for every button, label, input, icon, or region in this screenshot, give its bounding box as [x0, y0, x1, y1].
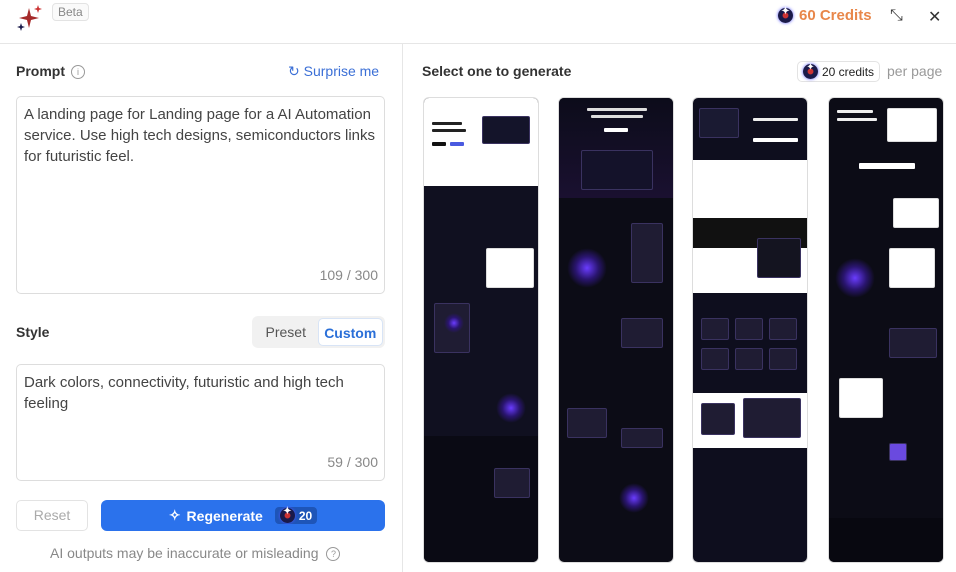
prompt-input[interactable]: A landing page for Landing page for a AI…: [16, 96, 385, 294]
disclaimer-text: AI outputs may be inaccurate or misleadi…: [50, 545, 319, 561]
style-label: Style: [16, 324, 50, 340]
credits-label: 60 Credits: [799, 7, 872, 24]
credit-coin-icon: [778, 6, 793, 23]
template-option-3[interactable]: [692, 97, 808, 563]
sparkle-icon: ✧: [168, 507, 181, 523]
credit-coin-icon: [279, 506, 295, 523]
close-icon[interactable]: ✕: [928, 7, 941, 27]
style-text: Dark colors, connectivity, futuristic an…: [24, 374, 344, 412]
tab-preset[interactable]: Preset: [254, 318, 318, 346]
prompt-char-count: 109 / 300: [319, 267, 378, 283]
disclaimer: AI outputs may be inaccurate or misleadi…: [50, 545, 341, 562]
sparkle-logo-icon: [17, 5, 42, 31]
prompt-label: Prompt i: [16, 63, 85, 80]
per-page-label: per page: [887, 63, 943, 79]
style-mode-toggle: Preset Custom: [252, 316, 385, 348]
refresh-icon: ↻: [288, 63, 300, 79]
prompt-label-text: Prompt: [16, 63, 65, 79]
tab-custom[interactable]: Custom: [317, 318, 383, 346]
template-option-2[interactable]: [558, 97, 674, 563]
regenerate-button[interactable]: ✧ Regenerate 20: [101, 500, 385, 531]
cost-value: 20: [298, 508, 313, 523]
style-char-count: 59 / 300: [327, 454, 378, 470]
credits-per-page-badge: 20 credits: [797, 61, 881, 82]
cost-badge: 20: [274, 506, 318, 524]
template-option-4[interactable]: [828, 97, 944, 563]
header: Beta 60 Credits ⤡ ✕: [0, 0, 956, 44]
beta-badge: Beta: [52, 3, 89, 21]
info-icon[interactable]: i: [71, 65, 85, 80]
template-option-1[interactable]: [423, 97, 539, 563]
generate-title: Select one to generate: [422, 63, 572, 79]
credits-display[interactable]: 60 Credits: [778, 6, 872, 24]
surprise-me-button[interactable]: ↻ Surprise me: [288, 63, 379, 80]
surprise-me-label: Surprise me: [303, 63, 380, 79]
reset-button[interactable]: Reset: [16, 500, 88, 531]
minimize-icon[interactable]: ⤡: [890, 7, 903, 25]
prompt-text: A landing page for Landing page for a AI…: [24, 106, 375, 165]
cost-label: 20 credits: [822, 64, 875, 79]
style-input[interactable]: Dark colors, connectivity, futuristic an…: [16, 364, 385, 481]
regenerate-label: Regenerate: [186, 507, 263, 524]
credit-coin-icon: [803, 62, 818, 79]
help-icon[interactable]: ?: [326, 547, 341, 562]
